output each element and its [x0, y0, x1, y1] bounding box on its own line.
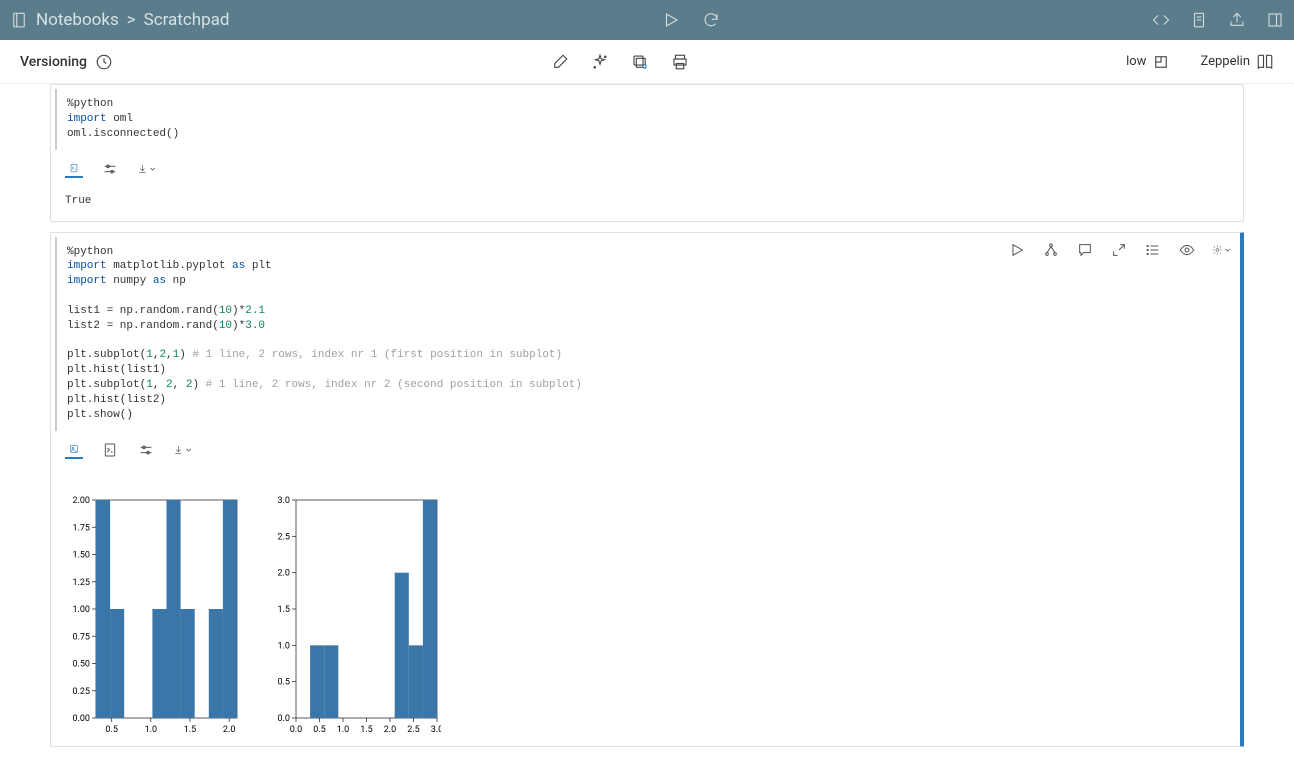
svg-text:1.0: 1.0: [145, 725, 158, 735]
print-icon[interactable]: [671, 53, 689, 71]
breadcrumb-notebooks[interactable]: Notebooks: [36, 10, 119, 30]
priority-indicator[interactable]: low: [1126, 53, 1170, 71]
settings-sliders-icon-2[interactable]: [137, 441, 155, 459]
svg-text:1.00: 1.00: [72, 605, 90, 615]
sparkle-icon[interactable]: [591, 53, 609, 71]
svg-text:0.00: 0.00: [72, 714, 90, 724]
zeppelin-link[interactable]: Zeppelin: [1200, 53, 1274, 71]
svg-text:1.0: 1.0: [278, 641, 291, 651]
svg-text:0.50: 0.50: [72, 659, 90, 669]
svg-text:1.5: 1.5: [278, 605, 291, 615]
chart-output: 0.00 0.25 0.50 0.75 1.00 1.25 1.50 1.75 2.00 0.5 1…: [51, 466, 1240, 746]
output-tab-code-icon[interactable]: [101, 441, 119, 459]
svg-text:0.0: 0.0: [290, 725, 303, 735]
svg-text:1.0: 1.0: [337, 725, 350, 735]
zeppelin-label: Zeppelin: [1200, 54, 1250, 69]
history-icon[interactable]: [95, 53, 113, 71]
histogram-right: 0.0 0.5 1.0 1.5 2.0 2.5 3.0 0.0 0.5 1.0 1.5 2.0 2.5 3…: [261, 496, 441, 736]
svg-text:2.0: 2.0: [223, 725, 236, 735]
export-icon[interactable]: [1228, 11, 1246, 29]
svg-text:1.25: 1.25: [72, 577, 90, 587]
dependencies-icon[interactable]: [1042, 241, 1060, 259]
comment-icon[interactable]: [1076, 241, 1094, 259]
run-all-icon[interactable]: [662, 11, 680, 29]
settings-sliders-icon[interactable]: [101, 160, 119, 178]
priority-icon: [1152, 53, 1170, 71]
notebook-icon: [10, 11, 28, 29]
visibility-icon[interactable]: [1178, 241, 1196, 259]
output-tab-result-icon[interactable]: [65, 160, 83, 178]
svg-text:0.5: 0.5: [278, 677, 291, 687]
code-cell-2[interactable]: %python import matplotlib.pyplot as plt …: [50, 232, 1244, 747]
svg-text:2.00: 2.00: [72, 496, 90, 506]
run-cell-icon[interactable]: [1008, 241, 1026, 259]
versioning-label[interactable]: Versioning: [20, 54, 87, 70]
svg-text:2.0: 2.0: [278, 568, 291, 578]
svg-text:2.5: 2.5: [278, 532, 291, 542]
expand-icon[interactable]: [1110, 241, 1128, 259]
svg-text:0.0: 0.0: [278, 714, 291, 724]
output-tab-image-icon[interactable]: [65, 441, 83, 459]
download-icon[interactable]: [137, 160, 155, 178]
eraser-icon[interactable]: [551, 53, 569, 71]
page-icon[interactable]: [1190, 11, 1208, 29]
sub-toolbar: Versioning low Zeppelin: [0, 40, 1294, 84]
cell-output-1: True: [51, 185, 1243, 221]
gear-icon[interactable]: [1212, 241, 1230, 259]
svg-text:2.5: 2.5: [407, 725, 420, 735]
svg-text:0.75: 0.75: [72, 632, 90, 642]
output-toolbar-1: [51, 154, 1243, 185]
svg-text:0.5: 0.5: [313, 725, 326, 735]
top-bar: Notebooks > Scratchpad: [0, 0, 1294, 40]
download-icon-2[interactable]: [173, 441, 191, 459]
notebook-area: %python import oml oml.isconnected() Tru…: [0, 84, 1294, 747]
breadcrumb-sep: >: [127, 10, 136, 30]
cell-toolbar-2: [1008, 241, 1230, 259]
svg-text:0.25: 0.25: [72, 686, 90, 696]
svg-text:1.75: 1.75: [72, 523, 90, 533]
svg-text:0.5: 0.5: [105, 725, 118, 735]
svg-text:1.50: 1.50: [72, 550, 90, 560]
priority-label: low: [1126, 54, 1146, 69]
code-editor-1[interactable]: %python import oml oml.isconnected(): [55, 89, 1239, 150]
output-toolbar-2: [51, 435, 1240, 466]
book-icon: [1256, 53, 1274, 71]
code-cell-1[interactable]: %python import oml oml.isconnected() Tru…: [50, 84, 1244, 222]
list-icon[interactable]: [1144, 241, 1162, 259]
histogram-left: 0.00 0.25 0.50 0.75 1.00 1.25 1.50 1.75 2.00 0.5 1…: [61, 496, 241, 736]
code-editor-2[interactable]: %python import matplotlib.pyplot as plt …: [55, 237, 1236, 431]
refresh-icon[interactable]: [702, 11, 720, 29]
svg-text:1.5: 1.5: [184, 725, 197, 735]
svg-text:3.0: 3.0: [278, 496, 291, 506]
code-icon[interactable]: [1152, 11, 1170, 29]
svg-text:1.5: 1.5: [360, 725, 373, 735]
breadcrumb-current: Scratchpad: [144, 10, 230, 30]
copy-plus-icon[interactable]: [631, 53, 649, 71]
svg-text:2.0: 2.0: [384, 725, 397, 735]
panel-icon[interactable]: [1266, 11, 1284, 29]
svg-text:3.0: 3.0: [431, 725, 441, 735]
